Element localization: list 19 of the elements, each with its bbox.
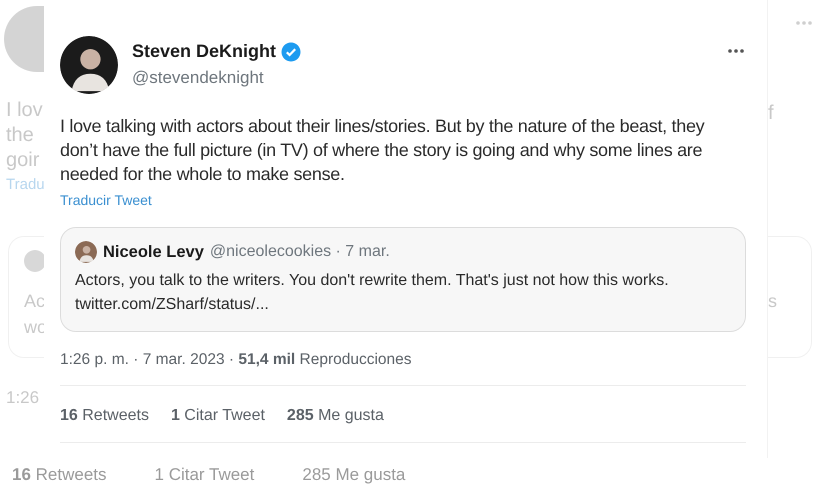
quoted-author-name: Niceole Levy <box>103 242 204 263</box>
stat-text[interactable]: 1 Citar Tweet <box>170 404 265 428</box>
tweet-meta: 1:26 p. m. · 7 mar. 2023 · 51,4 mil Reproducciones <box>60 350 413 370</box>
author-handle[interactable]: @stevendeknight <box>132 65 713 90</box>
stat-text[interactable]: 16 Retweets <box>12 464 107 486</box>
stat-text[interactable]: 285 Me gusta <box>302 464 406 486</box>
avatar <box>4 6 44 72</box>
translate-link[interactable]: Traducir Tweet <box>60 190 152 211</box>
avatar[interactable] <box>60 36 118 94</box>
stat-text[interactable]: 1 Citar Tweet <box>154 464 254 486</box>
stat-text[interactable]: 16 Retweets <box>60 404 149 428</box>
quoted-text: Actors, you talk to the writers. You don't rewrite them. That's just not how this works. twitter.com/ZSharf/status/... <box>75 270 670 315</box>
stat-text[interactable]: 285 Me gusta <box>286 404 384 428</box>
quoted-tweet[interactable]: Niceole Levy @niceolecookies · 7 mar. Actors, you talk to the writers. You don't rewrite them. That's just not how this works. twitter.com/ZSharf/status/... <box>60 227 746 332</box>
more-icon[interactable] <box>727 48 745 54</box>
tweet-text: I love talking with actors about their lines/stories. But by the nature of the beast, they don’t have the full picture (in TV) of where the story is going and why some lines are needed for the whole to make sense. <box>60 115 706 186</box>
author-name[interactable]: Steven DeKnight <box>132 38 276 65</box>
avatar <box>24 250 46 272</box>
quoted-author-handle: @niceolecookies · 7 mar. <box>210 242 390 262</box>
